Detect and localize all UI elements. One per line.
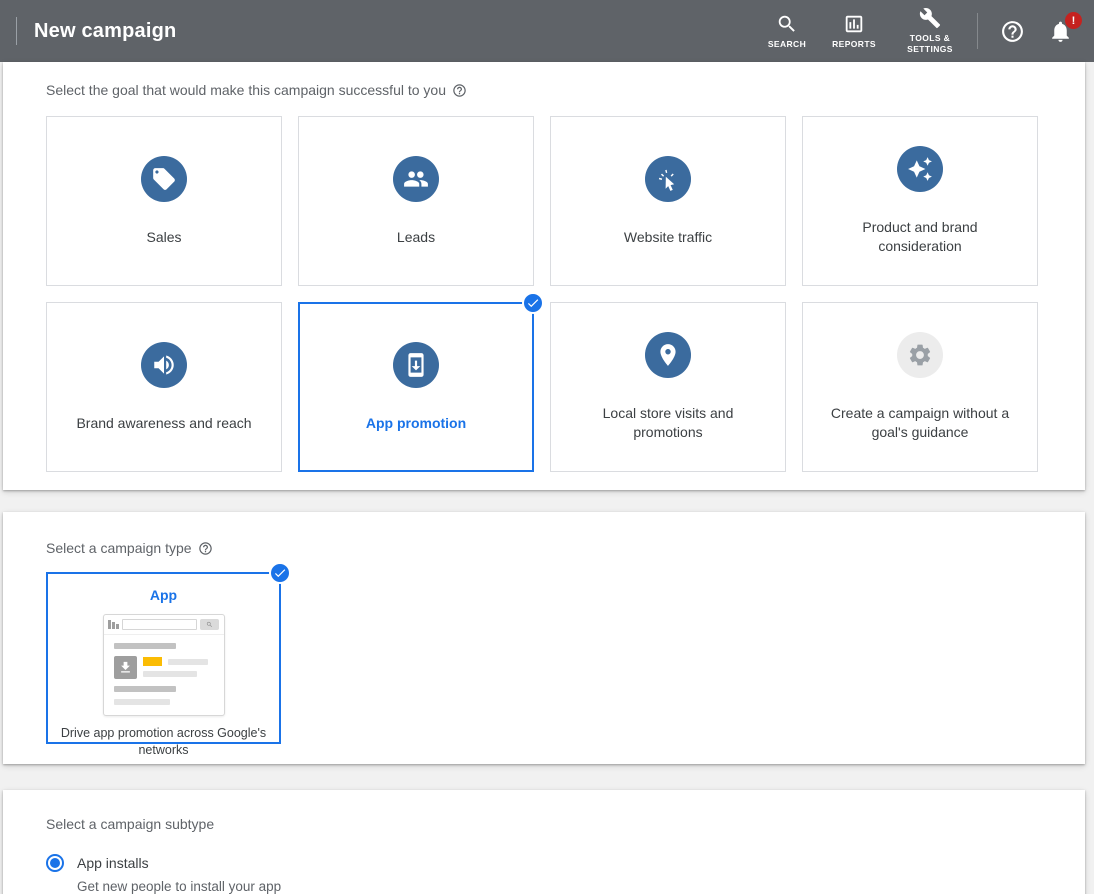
- search-icon: [776, 13, 798, 35]
- nav-reports[interactable]: REPORTS: [832, 13, 876, 50]
- goal-card-label: App promotion: [348, 414, 484, 433]
- app-ad-illustration: [103, 614, 225, 716]
- nav-search[interactable]: SEARCH: [768, 13, 806, 50]
- goal-card-website-traffic[interactable]: Website traffic: [550, 116, 786, 286]
- help-icon[interactable]: [452, 83, 467, 98]
- app-header: New campaign SEARCH REPORTS TOOLS & SETT…: [0, 0, 1094, 62]
- tag-icon: [151, 166, 177, 192]
- goal-card-no-goal-guidance[interactable]: Create a campaign without a goal's guida…: [802, 302, 1038, 472]
- campaign-type-title: App: [150, 587, 177, 603]
- gear-icon: [907, 342, 933, 368]
- selected-check-badge: [269, 562, 291, 584]
- subtype-section-heading: Select a campaign subtype: [46, 816, 1085, 832]
- subtype-option-label: App installs: [77, 855, 149, 871]
- selected-check-badge: [522, 292, 544, 314]
- illustration-accent-block: [143, 657, 162, 666]
- nav-search-label: SEARCH: [768, 39, 806, 50]
- goal-card-label: Brand awareness and reach: [58, 414, 269, 433]
- goal-card-app-promotion[interactable]: App promotion: [298, 302, 534, 472]
- goal-card-brand-awareness-reach[interactable]: Brand awareness and reach: [46, 302, 282, 472]
- subtype-option-description: Get new people to install your app: [77, 879, 1085, 894]
- illustration-search-button: [200, 619, 219, 630]
- illustration-logo-bars: [108, 620, 119, 629]
- help-button[interactable]: [992, 11, 1032, 51]
- goal-card-label: Sales: [128, 228, 199, 247]
- type-heading-text: Select a campaign type: [46, 540, 192, 556]
- goal-section-heading: Select the goal that would make this cam…: [46, 82, 1085, 98]
- goal-heading-text: Select the goal that would make this cam…: [46, 82, 446, 98]
- goal-card-product-brand-consideration[interactable]: Product and brand consideration: [802, 116, 1038, 286]
- goal-card-sales[interactable]: Sales: [46, 116, 282, 286]
- illustration-search-box: [122, 619, 197, 630]
- search-icon: [206, 621, 213, 628]
- header-divider-right: [977, 13, 978, 49]
- click-cursor-icon: [655, 166, 681, 192]
- sparkle-icon: [907, 156, 933, 182]
- campaign-type-section: Select a campaign type App: [3, 512, 1085, 764]
- nav-reports-label: REPORTS: [832, 39, 876, 50]
- people-icon: [403, 166, 429, 192]
- phone-install-icon: [403, 352, 429, 378]
- goal-card-label: Website traffic: [606, 228, 730, 247]
- goal-card-grid: Sales Leads Website traffic Product and …: [46, 116, 1085, 472]
- location-pin-icon: [655, 342, 681, 368]
- campaign-type-description: Drive app promotion across Google's netw…: [61, 725, 267, 759]
- help-icon[interactable]: [198, 541, 213, 556]
- download-icon: [114, 656, 137, 679]
- goal-section: Select the goal that would make this cam…: [3, 62, 1085, 490]
- header-divider-left: [16, 17, 17, 45]
- goal-card-label: Leads: [379, 228, 453, 247]
- radio-app-installs[interactable]: [46, 854, 64, 872]
- nav-tools-settings[interactable]: TOOLS & SETTINGS: [902, 7, 958, 54]
- page-title: New campaign: [34, 20, 176, 43]
- subtype-heading-text: Select a campaign subtype: [46, 816, 214, 832]
- goal-card-label: Create a campaign without a goal's guida…: [803, 404, 1037, 442]
- notifications-button[interactable]: !: [1040, 11, 1080, 51]
- goal-card-local-store-visits[interactable]: Local store visits and promotions: [550, 302, 786, 472]
- check-icon: [273, 566, 287, 580]
- campaign-subtype-section: Select a campaign subtype App installs G…: [3, 790, 1085, 894]
- reports-icon: [843, 13, 865, 35]
- subtype-option-app-installs[interactable]: App installs: [46, 854, 1085, 872]
- goal-card-leads[interactable]: Leads: [298, 116, 534, 286]
- wrench-icon: [919, 7, 941, 29]
- help-icon: [1000, 19, 1025, 44]
- type-section-heading: Select a campaign type: [46, 540, 1085, 556]
- goal-card-label: Local store visits and promotions: [551, 404, 785, 442]
- notification-badge: !: [1065, 12, 1082, 29]
- goal-card-label: Product and brand consideration: [803, 218, 1037, 256]
- campaign-type-card-app[interactable]: App: [46, 572, 281, 744]
- speaker-icon: [151, 352, 177, 378]
- nav-tools-settings-label: TOOLS & SETTINGS: [902, 33, 958, 54]
- check-icon: [526, 296, 540, 310]
